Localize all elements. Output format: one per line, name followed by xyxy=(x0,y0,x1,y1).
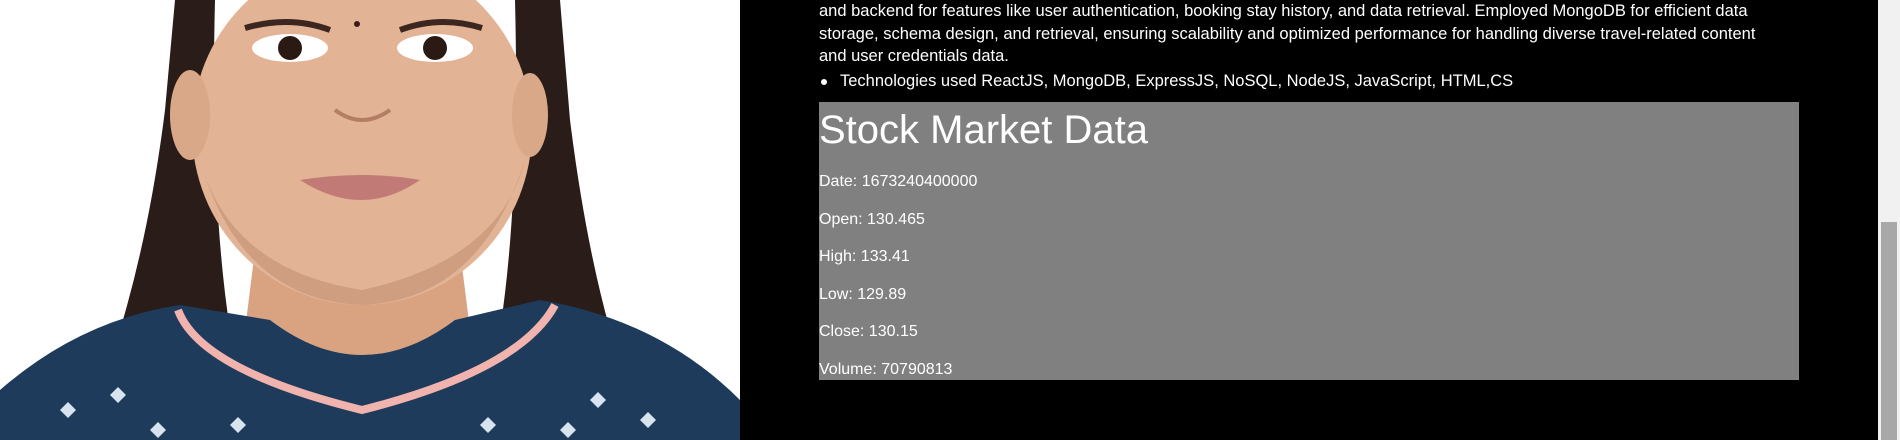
stock-high: High: 133.41 xyxy=(819,248,910,265)
vertical-scrollbar[interactable] xyxy=(1878,0,1900,440)
profile-photo xyxy=(0,0,740,440)
technologies-list: Technologies used ReactJS, MongoDB, Expr… xyxy=(819,70,1513,92)
stock-open: Open: 130.465 xyxy=(819,211,925,228)
stock-close: Close: 130.15 xyxy=(819,323,918,340)
stock-title: Stock Market Data xyxy=(819,108,1149,152)
stock-market-panel: Stock Market Data Date: 1673240400000 Op… xyxy=(819,102,1799,380)
profile-photo-illustration xyxy=(0,0,740,440)
stock-date: Date: 1673240400000 xyxy=(819,173,978,190)
stock-low: Low: 129.89 xyxy=(819,286,907,303)
main-content: and backend for features like user authe… xyxy=(740,0,1878,440)
description-line: and user credentials data. xyxy=(819,47,1009,65)
technologies-item: Technologies used ReactJS, MongoDB, Expr… xyxy=(819,70,1513,92)
description-line: storage, schema design, and retrieval, e… xyxy=(819,24,1756,43)
scrollbar-thumb[interactable] xyxy=(1881,222,1897,440)
stock-volume: Volume: 70790813 xyxy=(819,361,953,378)
description-line: and backend for features like user authe… xyxy=(819,2,1748,20)
project-description: and backend for features like user authe… xyxy=(819,0,1799,68)
